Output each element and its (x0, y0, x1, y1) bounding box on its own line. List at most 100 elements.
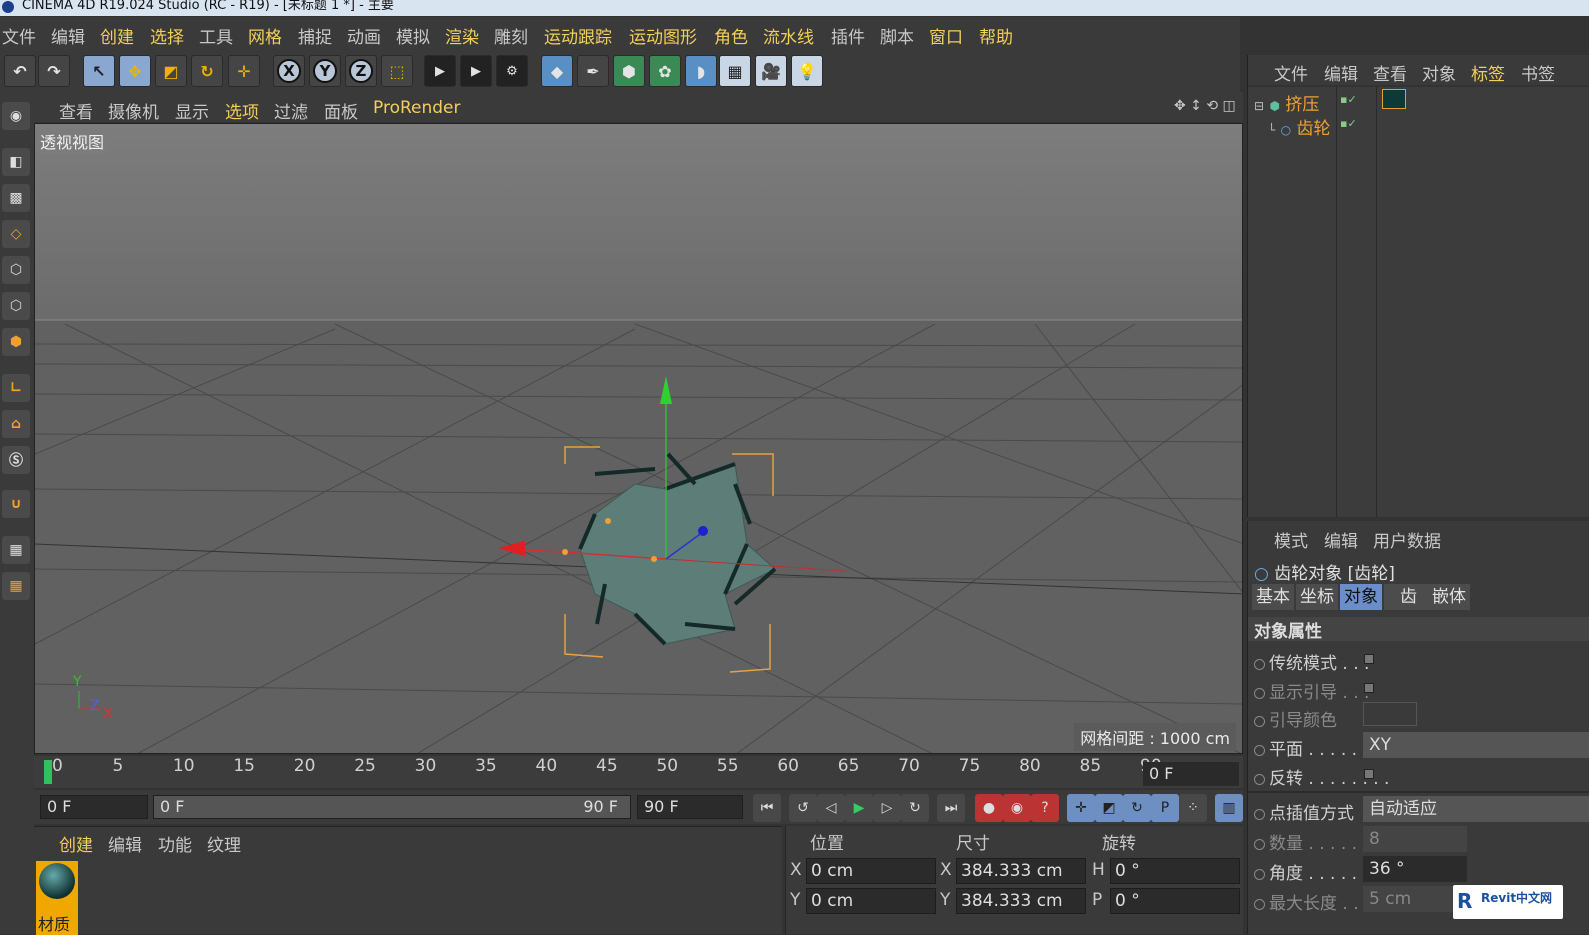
move-icon[interactable]: ✥ (119, 55, 151, 87)
visibility-check-icon[interactable]: ▪✓ (1340, 93, 1357, 106)
show-guide-checkbox[interactable] (1364, 683, 1374, 693)
viewport-menu-panel[interactable]: 面板 (324, 98, 358, 123)
playhead-marker[interactable] (44, 760, 52, 784)
light-icon[interactable]: 💡 (791, 55, 823, 87)
material-menu-texture[interactable]: 纹理 (207, 831, 241, 856)
tab-object[interactable]: 对象 (1340, 584, 1382, 610)
end-frame-field[interactable]: 90 F (637, 795, 743, 819)
perspective-viewport[interactable]: Y X Z 透视视图 网格间距 : 1000 cm (34, 123, 1243, 754)
coordinate-system-icon[interactable]: ⬚ (381, 55, 413, 87)
frame-ruler[interactable]: 051015202530354045505560657075808590 (42, 756, 1162, 788)
tab-embed[interactable]: 嵌体 (1428, 584, 1470, 610)
om-menu-edit[interactable]: 编辑 (1324, 60, 1358, 85)
plane-dropdown[interactable]: XY (1363, 732, 1589, 758)
key-position-icon[interactable]: ✛ (1067, 794, 1095, 822)
om-menu-view[interactable]: 查看 (1373, 60, 1407, 85)
viewport-menu-filter[interactable]: 过滤 (274, 98, 308, 123)
record-icon[interactable]: ● (975, 794, 1003, 822)
viewport-menu-camera[interactable]: 摄像机 (108, 98, 159, 123)
pos-x-field[interactable]: 0 cm (806, 858, 936, 884)
rot-h-field[interactable]: 0 ° (1110, 858, 1240, 884)
snap-icon[interactable]: ∪ (2, 490, 30, 518)
angle-field[interactable]: 36 ° (1363, 856, 1467, 882)
menu-character[interactable]: 角色 (714, 23, 748, 48)
texture-mode-icon[interactable]: ▩ (2, 184, 30, 212)
render-view-icon[interactable]: ▶ (424, 55, 456, 87)
polygons-mode-icon[interactable]: ⬢ (2, 328, 30, 356)
prev-frame-icon[interactable]: ◁ (817, 794, 845, 822)
tweak-mode-icon[interactable]: ⌂ (2, 410, 30, 438)
rotate-icon[interactable]: ↻ (191, 55, 223, 87)
attr-menu-mode[interactable]: 模式 (1274, 527, 1308, 552)
menu-script[interactable]: 脚本 (880, 23, 914, 48)
key-rotation-icon[interactable]: ↻ (1123, 794, 1151, 822)
menu-motion-tracker[interactable]: 运动跟踪 (544, 23, 612, 48)
attr-menu-edit[interactable]: 编辑 (1324, 527, 1358, 552)
interpolation-dropdown[interactable]: 自动适应 (1363, 796, 1589, 822)
render-picture-viewer-icon[interactable]: ▶ (460, 55, 492, 87)
rot-p-field[interactable]: 0 ° (1110, 888, 1240, 914)
cube-icon[interactable]: ◆ (541, 55, 573, 87)
menu-file[interactable]: 文件 (2, 23, 36, 48)
cloner-icon[interactable]: ✿ (649, 55, 681, 87)
undo-icon[interactable]: ↶ (4, 55, 36, 87)
menu-mograph[interactable]: 运动图形 (629, 23, 697, 48)
pos-y-field[interactable]: 0 cm (806, 888, 936, 914)
menu-tools[interactable]: 工具 (199, 23, 233, 48)
guide-color-swatch[interactable] (1363, 702, 1417, 726)
auto-key-icon[interactable]: ◉ (1003, 794, 1031, 822)
viewport-menu-prorender[interactable]: ProRender (373, 98, 461, 118)
key-scale-icon[interactable]: ◩ (1095, 794, 1123, 822)
legacy-mode-checkbox[interactable] (1364, 654, 1374, 664)
workplane-lock-icon[interactable]: ▦ (2, 536, 30, 564)
material-menu-edit[interactable]: 编辑 (108, 831, 142, 856)
material-menu-function[interactable]: 功能 (158, 831, 192, 856)
y-axis-toggle[interactable]: Y (309, 55, 341, 87)
menu-mesh[interactable]: 网格 (248, 23, 282, 48)
number-field[interactable]: 8 (1363, 826, 1467, 852)
menu-simulate[interactable]: 模拟 (396, 23, 430, 48)
reverse-checkbox[interactable] (1364, 769, 1374, 779)
attr-menu-user-data[interactable]: 用户数据 (1373, 527, 1441, 552)
play-icon[interactable]: ▶ (845, 794, 873, 822)
keyframe-selection-icon[interactable]: ? (1031, 794, 1059, 822)
visibility-check-icon[interactable]: ▪✓ (1340, 117, 1357, 130)
edges-mode-icon[interactable]: ⬡ (2, 292, 30, 320)
viewport-nav-icons[interactable]: ✥ ↕ ⟲ ◫ (1174, 98, 1236, 114)
menu-help[interactable]: 帮助 (979, 23, 1013, 48)
next-key-icon[interactable]: ↻ (901, 794, 929, 822)
prev-key-icon[interactable]: ↺ (789, 794, 817, 822)
size-y-field[interactable]: 384.333 cm (956, 888, 1086, 914)
goto-start-icon[interactable]: ⏮ (753, 794, 781, 822)
pen-icon[interactable]: ✒ (577, 55, 609, 87)
deformer-icon[interactable]: ◗ (685, 55, 717, 87)
model-mode-icon[interactable]: ◧ (2, 148, 30, 176)
menu-create[interactable]: 创建 (100, 23, 134, 48)
menu-window[interactable]: 窗口 (929, 23, 963, 48)
menu-select[interactable]: 选择 (150, 23, 184, 48)
goto-end-icon[interactable]: ⏭ (937, 794, 965, 822)
menu-plugins[interactable]: 插件 (831, 23, 865, 48)
x-axis-toggle[interactable]: X (273, 55, 305, 87)
tab-basic[interactable]: 基本 (1252, 584, 1294, 610)
key-pla-icon[interactable]: ⁘ (1179, 794, 1207, 822)
transform-icon[interactable]: ✛ (228, 55, 260, 87)
om-menu-file[interactable]: 文件 (1274, 60, 1308, 85)
viewport-menu-options[interactable]: 选项 (225, 98, 259, 123)
menu-render[interactable]: 渲染 (445, 23, 479, 48)
object-row-gear[interactable]: └ ○ 齿轮 (1268, 114, 1331, 139)
object-row-extrude[interactable]: ⊟ ⬢ 挤压 (1254, 90, 1319, 115)
camera-icon[interactable]: 🎥 (755, 55, 787, 87)
material-tag-icon[interactable] (1382, 89, 1406, 109)
material-menu-create[interactable]: 创建 (59, 831, 93, 856)
axis-mode-icon[interactable]: ∟ (2, 374, 30, 402)
planar-workplane-icon[interactable]: ▦ (2, 572, 30, 600)
tab-coord[interactable]: 坐标 (1296, 584, 1338, 610)
expand-icon[interactable]: ⊟ (1254, 99, 1264, 113)
timeline-ruler[interactable]: 051015202530354045505560657075808590 0 F (34, 756, 1243, 788)
menu-pipeline[interactable]: 流水线 (763, 23, 814, 48)
z-axis-toggle[interactable]: Z (345, 55, 377, 87)
menu-snap[interactable]: 捕捉 (298, 23, 332, 48)
tab-teeth[interactable]: 齿 (1384, 584, 1433, 610)
om-menu-tags[interactable]: 标签 (1471, 60, 1505, 85)
